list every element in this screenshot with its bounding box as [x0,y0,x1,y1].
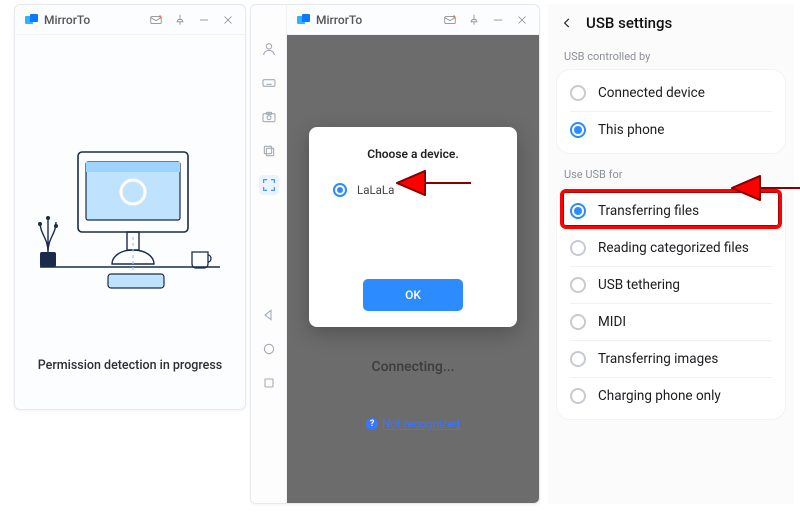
option-label: Reading categorized files [598,240,749,256]
titlebar[interactable]: MirrorTo [15,5,245,35]
app-logo-icon [297,13,311,27]
radio-icon[interactable] [570,85,586,101]
android-usb-settings: USB settings USB controlled by Connected… [548,4,794,504]
page-title: USB settings [586,14,672,32]
mail-icon[interactable] [441,11,459,29]
status-text: Permission detection in progress [15,358,245,409]
section-label-controlled-by: USB controlled by [548,46,794,69]
close-icon[interactable] [513,11,531,29]
section-label-use-usb-for: Use USB for [548,164,794,187]
sidebar-home-icon[interactable] [259,339,279,359]
option-connected-device[interactable]: Connected device [556,75,786,111]
app-title: MirrorTo [316,13,362,27]
panel2-main: MirrorTo Choose a device. LaLaLa OK Conn… [287,5,539,503]
mirrorto-window-1: MirrorTo [14,4,246,410]
sidebar-layers-icon[interactable] [259,141,279,161]
illustration [15,35,245,358]
settings-header: USB settings [548,4,794,46]
group-controlled-by: Connected device This phone [556,69,786,154]
radio-icon[interactable] [570,388,586,404]
option-label: Transferring files [598,203,699,219]
pin-icon[interactable] [465,11,483,29]
choose-device-dialog: Choose a device. LaLaLa OK [309,127,517,327]
option-midi[interactable]: MIDI [556,304,786,340]
option-charging-phone-only[interactable]: Charging phone only [556,378,786,414]
group-use-usb-for: Transferring files Reading categorized f… [556,187,786,420]
option-label: This phone [598,122,664,138]
sidebar-fullscreen-icon[interactable] [259,175,279,195]
option-label: Transferring images [598,351,718,367]
mail-icon[interactable] [147,11,165,29]
app-logo-icon [25,13,39,27]
device-name: LaLaLa [357,183,394,197]
option-transferring-files[interactable]: Transferring files [556,193,786,229]
radio-selected-icon[interactable] [570,122,586,138]
app-title: MirrorTo [44,13,90,27]
option-label: Charging phone only [598,388,721,404]
sidebar [251,5,287,503]
ok-button[interactable]: OK [363,279,463,311]
mirrorto-window-2: MirrorTo Choose a device. LaLaLa OK Conn… [250,4,540,504]
close-icon[interactable] [219,11,237,29]
not-recognized-label: Not recognized [382,417,460,431]
option-reading-categorized-files[interactable]: Reading categorized files [556,230,786,266]
device-option[interactable]: LaLaLa [333,183,499,197]
option-label: USB tethering [598,277,680,293]
help-icon: ? [366,418,378,430]
option-label: Connected device [598,85,705,101]
option-this-phone[interactable]: This phone [556,112,786,148]
sidebar-camera-icon[interactable] [259,107,279,127]
radio-icon[interactable] [570,351,586,367]
not-recognized-link[interactable]: ? Not recognized [366,417,460,431]
sidebar-back-icon[interactable] [259,305,279,325]
radio-selected-icon[interactable] [570,203,586,219]
sidebar-recent-icon[interactable] [259,373,279,393]
radio-icon[interactable] [570,277,586,293]
radio-selected-icon[interactable] [333,183,347,197]
option-transferring-images[interactable]: Transferring images [556,341,786,377]
connecting-label: Connecting... [371,359,454,375]
sidebar-keyboard-icon[interactable] [259,73,279,93]
option-usb-tethering[interactable]: USB tethering [556,267,786,303]
pin-icon[interactable] [171,11,189,29]
back-icon[interactable] [558,14,576,32]
dialog-title: Choose a device. [327,147,499,161]
minimize-icon[interactable] [195,11,213,29]
phone-preview: Choose a device. LaLaLa OK Connecting...… [287,35,539,503]
option-label: MIDI [598,314,626,330]
titlebar[interactable]: MirrorTo [287,5,539,35]
minimize-icon[interactable] [489,11,507,29]
radio-icon[interactable] [570,240,586,256]
sidebar-user-icon[interactable] [259,39,279,59]
radio-icon[interactable] [570,314,586,330]
